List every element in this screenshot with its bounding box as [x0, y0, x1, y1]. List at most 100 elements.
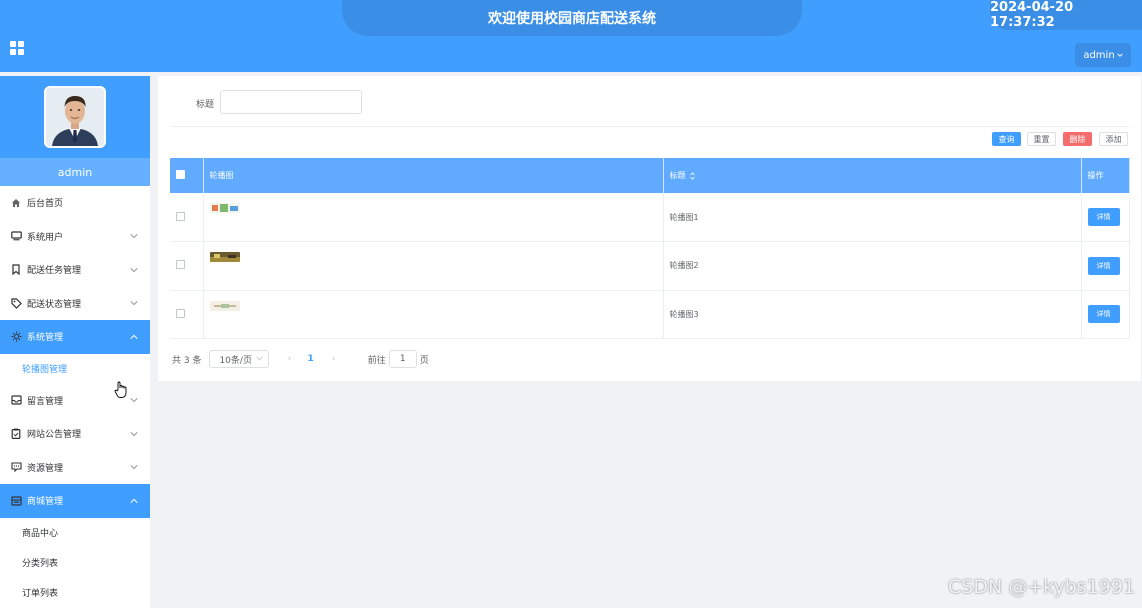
profile-panel [0, 76, 150, 158]
chevron-down-icon [130, 398, 138, 403]
sidebar-item-home[interactable]: 后台首页 [0, 186, 150, 220]
sidebar-item-label: 商城管理 [27, 497, 64, 508]
next-page-icon[interactable]: › [330, 354, 338, 364]
row-select-cell [170, 290, 204, 339]
chevron-down-icon [130, 301, 138, 306]
sidebar-item-system-management[interactable]: 系统管理 [0, 320, 150, 354]
page-unit-label: 页 [419, 355, 429, 366]
monitor-icon [10, 230, 22, 242]
delete-button[interactable]: 删除 [1063, 132, 1092, 146]
sidebar-item-label: 配送状态管理 [27, 299, 82, 310]
sort-icon[interactable] [689, 171, 695, 180]
tag-icon [10, 297, 22, 309]
sidebar-subitem-orders[interactable]: 订单列表 [0, 578, 150, 608]
datetime-display: 2024-04-20 17:37:32 [990, 0, 1142, 30]
select-all-cell [170, 158, 204, 193]
top-header: 欢迎使用校园商店配送系统 2024-04-20 17:37:32 admin [0, 0, 1142, 72]
chevron-down-icon [130, 465, 138, 470]
bookmark-icon [10, 264, 22, 276]
sidebar-item-label: 配送任务管理 [27, 266, 82, 277]
add-button[interactable]: 添加 [1099, 132, 1128, 146]
inbox-icon [10, 394, 22, 406]
clipboard-icon [10, 428, 22, 440]
goto-page-input[interactable]: 1 [388, 350, 417, 368]
carousel-thumbnail[interactable] [209, 252, 240, 262]
column-header-image: 轮播图 [203, 158, 664, 193]
chevron-down-icon [130, 234, 138, 239]
watermark: CSDN @+kybs1991 [948, 576, 1136, 598]
row-image-cell [203, 241, 664, 291]
sidebar-username: admin [0, 158, 150, 186]
menu-toggle-icon[interactable] [10, 41, 24, 55]
sidebar-item-resources[interactable]: 资源管理 [0, 451, 150, 485]
row-checkbox[interactable] [176, 211, 185, 221]
main-content-card: 标题 查询 重置 删除 添加 轮播图 标题 操作 轮播图1 详情 轮播图2 详情… [158, 76, 1141, 381]
row-image-cell [203, 290, 664, 339]
row-select-cell [170, 241, 204, 291]
user-menu-label: admin [1083, 49, 1115, 61]
table-header-row: 轮播图 标题 操作 [170, 158, 1130, 193]
chevron-up-icon [130, 498, 138, 503]
total-count: 共 3 条 [172, 355, 202, 366]
select-all-checkbox[interactable] [176, 170, 185, 179]
sidebar-item-label: 系统管理 [27, 333, 64, 344]
user-menu-button[interactable]: admin [1075, 43, 1131, 67]
page-size-select[interactable]: 10条/页 [209, 350, 270, 368]
table-row: 轮播图3 详情 [170, 290, 1130, 339]
hand-cursor-icon [114, 381, 127, 398]
sidebar-item-delivery-status[interactable]: 配送状态管理 [0, 287, 150, 321]
chat-icon [10, 461, 22, 473]
row-select-cell [170, 193, 204, 242]
row-title-cell: 轮播图1 [663, 193, 1082, 242]
column-header-title[interactable]: 标题 [663, 158, 1082, 193]
column-header-actions: 操作 [1081, 158, 1130, 193]
sidebar-item-label: 资源管理 [27, 463, 64, 474]
divider [170, 126, 1129, 127]
chevron-down-icon [256, 356, 264, 361]
row-checkbox[interactable] [176, 260, 185, 270]
table-row: 轮播图1 详情 [170, 193, 1130, 242]
carousel-thumbnail[interactable] [209, 203, 240, 213]
home-icon [10, 197, 22, 209]
sidebar-item-mall-management[interactable]: 商城管理 [0, 484, 150, 518]
detail-button[interactable]: 详情 [1087, 208, 1120, 226]
sidebar-item-system-users[interactable]: 系统用户 [0, 220, 150, 254]
sidebar-item-delivery-tasks[interactable]: 配送任务管理 [0, 253, 150, 287]
sidebar-item-label: 后台首页 [27, 199, 64, 210]
query-button[interactable]: 查询 [992, 132, 1021, 146]
sun-icon [10, 331, 22, 343]
sidebar-subitem-categories[interactable]: 分类列表 [0, 548, 150, 578]
chevron-up-icon [130, 334, 138, 339]
row-actions-cell: 详情 [1081, 193, 1130, 242]
reset-button[interactable]: 重置 [1027, 132, 1056, 146]
detail-button[interactable]: 详情 [1087, 305, 1120, 324]
carousel-table: 轮播图 标题 操作 轮播图1 详情 轮播图2 详情 轮播图3 详情 [170, 158, 1130, 339]
row-actions-cell: 详情 [1081, 241, 1130, 291]
search-title-input[interactable] [220, 90, 362, 114]
search-title-label: 标题 [196, 100, 215, 110]
detail-button[interactable]: 详情 [1087, 256, 1120, 275]
table-row: 轮播图2 详情 [170, 241, 1130, 291]
sidebar: admin 后台首页 系统用户 配送任务管理 配送状态管理 系统管理 轮播图管理… [0, 76, 150, 608]
chevron-down-icon [130, 431, 138, 437]
prev-page-icon[interactable]: ‹ [285, 354, 293, 364]
carousel-thumbnail[interactable] [209, 300, 240, 311]
sidebar-subitem-products[interactable]: 商品中心 [0, 518, 150, 548]
chevron-down-icon [130, 267, 138, 273]
store-icon [10, 495, 22, 507]
column-header-title-label: 标题 [669, 171, 686, 180]
sidebar-subitem-carousel[interactable]: 轮播图管理 [0, 354, 150, 384]
sidebar-item-announcements[interactable]: 网站公告管理 [0, 417, 150, 451]
current-page[interactable]: 1 [307, 354, 313, 364]
row-checkbox[interactable] [176, 308, 185, 318]
chevron-down-icon [1116, 53, 1123, 57]
row-title-cell: 轮播图3 [663, 290, 1082, 339]
pagination: 共 3 条 10条/页 ‹ 1 › 前往 1 页 [172, 350, 429, 368]
page-size-value: 10条/页 [219, 355, 252, 366]
app-title: 欢迎使用校园商店配送系统 [342, 0, 802, 36]
avatar [44, 86, 106, 148]
row-actions-cell: 详情 [1081, 290, 1130, 339]
sidebar-item-label: 系统用户 [27, 232, 64, 243]
sidebar-item-label: 留言管理 [27, 396, 64, 407]
row-title-cell: 轮播图2 [663, 241, 1082, 291]
